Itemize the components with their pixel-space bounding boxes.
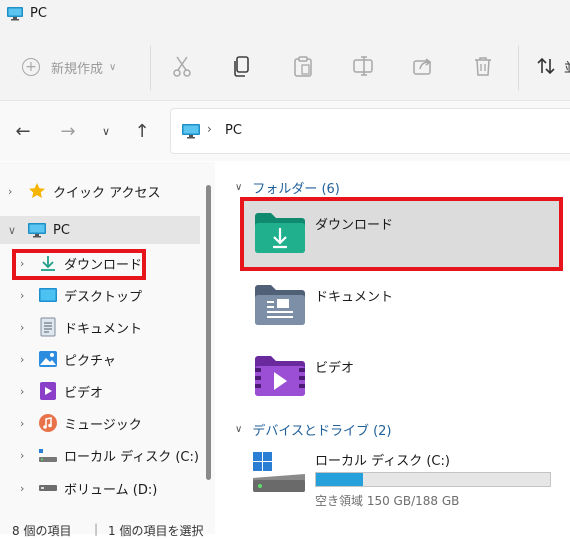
toolbar-divider <box>150 46 151 90</box>
sidebar-item-label: デスクトップ <box>64 289 143 305</box>
videos-folder-icon <box>253 353 307 403</box>
paste-icon <box>294 56 312 77</box>
folder-label: ビデオ <box>315 361 355 376</box>
drive-tile-local-disk-c[interactable]: ローカル ディスク (C:) 空き領域 150 GB/188 GB <box>243 444 563 514</box>
arrow-up-icon: ↑ <box>134 120 150 142</box>
rename-button[interactable] <box>352 54 374 78</box>
up-button[interactable]: ↑ <box>132 120 152 142</box>
share-icon <box>413 58 432 75</box>
new-button[interactable]: + 新規作成 ∨ <box>22 56 116 78</box>
share-button[interactable] <box>412 54 434 78</box>
chevron-right-icon: › <box>20 448 25 462</box>
sidebar-scrollbar[interactable] <box>206 185 211 480</box>
music-icon <box>38 413 58 433</box>
chevron-down-icon: ∨ <box>235 182 243 193</box>
chevron-right-icon: › <box>20 481 25 495</box>
sort-button[interactable]: 並 <box>536 56 570 76</box>
folder-tile-documents[interactable]: ドキュメント <box>243 272 559 340</box>
sidebar-item-pictures[interactable]: › ピクチャ <box>0 345 200 373</box>
sidebar-item-label: ドキュメント <box>64 321 143 337</box>
chevron-down-icon: ∨ <box>109 61 117 73</box>
plus-icon: + <box>22 58 40 76</box>
folders-group-header[interactable]: ∨ フォルダー (6) <box>235 178 340 197</box>
back-button[interactable]: ← <box>13 120 33 142</box>
status-bar: 8 個の項目 | 1 個の項目を選択 <box>0 520 570 538</box>
sidebar-item-pc[interactable]: ∨ PC <box>0 216 200 244</box>
chevron-right-icon: › <box>20 416 25 430</box>
new-button-label: 新規作成 <box>51 61 104 77</box>
arrow-right-icon: → <box>60 120 76 142</box>
sidebar-item-documents[interactable]: › ドキュメント <box>0 313 200 341</box>
sort-icon <box>537 57 555 75</box>
sidebar-item-label: ボリューム (D:) <box>64 482 158 498</box>
selected-count: 1 個の項目を選択 <box>108 524 204 538</box>
sidebar-item-label: ビデオ <box>64 385 104 401</box>
highlight-box-folder-downloads <box>240 197 563 271</box>
item-count: 8 個の項目 <box>12 524 72 538</box>
sidebar-item-label: PC <box>53 222 70 238</box>
drive-usage-bar <box>315 472 551 487</box>
copy-button[interactable] <box>231 54 253 78</box>
chevron-right-icon: › <box>20 288 25 302</box>
picture-icon <box>38 349 58 369</box>
folders-group-label: フォルダー (6) <box>252 182 340 197</box>
chevron-right-icon: › <box>20 352 25 366</box>
rename-icon <box>353 56 373 76</box>
chevron-right-icon: › <box>20 320 25 334</box>
cut-button[interactable] <box>171 54 193 78</box>
document-icon <box>38 317 58 337</box>
devices-group-header[interactable]: ∨ デバイスとドライブ (2) <box>235 420 392 439</box>
forward-button[interactable]: → <box>58 120 78 142</box>
chevron-down-icon: ∨ <box>235 424 243 435</box>
command-bar: + 新規作成 ∨ 並 <box>0 28 570 101</box>
pc-icon <box>27 220 47 240</box>
drive-label: ローカル ディスク (C:) <box>315 454 450 469</box>
disk-icon <box>38 445 58 465</box>
sidebar-item-local-disk-c[interactable]: › ローカル ディスク (C:) <box>0 441 200 469</box>
recent-locations-button[interactable]: ∨ <box>96 120 116 142</box>
sort-label: 並 <box>564 57 570 76</box>
drive-usage-fill <box>316 473 363 486</box>
sidebar-item-music[interactable]: › ミュージック <box>0 409 200 437</box>
highlight-box-sidebar-downloads <box>12 249 146 280</box>
chevron-down-icon: ∨ <box>8 223 17 237</box>
sidebar-item-label: ローカル ディスク (C:) <box>64 449 199 465</box>
chevron-right-icon: › <box>20 384 25 398</box>
volume-icon <box>38 478 58 498</box>
folder-tile-videos[interactable]: ビデオ <box>243 343 559 411</box>
sidebar-item-desktop[interactable]: › デスクトップ <box>0 281 200 309</box>
devices-group-label: デバイスとドライブ (2) <box>252 424 392 439</box>
chevron-down-icon: ∨ <box>101 124 111 138</box>
sidebar-item-label: ピクチャ <box>64 353 116 369</box>
arrow-left-icon: ← <box>15 120 31 142</box>
drive-icon <box>251 450 307 500</box>
title-bar: PC <box>0 0 570 28</box>
sidebar-item-videos[interactable]: › ビデオ <box>0 377 200 405</box>
sidebar-item-quick-access[interactable]: › クイック アクセス <box>0 177 200 205</box>
chevron-right-icon: › <box>8 184 13 198</box>
toolbar-divider <box>518 46 519 90</box>
star-icon <box>27 181 47 201</box>
documents-folder-icon <box>253 282 307 332</box>
paste-button[interactable] <box>292 54 314 78</box>
trash-icon <box>475 57 491 76</box>
sidebar-item-label: ミュージック <box>64 417 142 433</box>
breadcrumb[interactable]: PC <box>225 123 242 138</box>
address-bar[interactable]: › PC <box>170 108 570 154</box>
window-title: PC <box>30 6 47 21</box>
video-icon <box>38 381 58 401</box>
sidebar-item-volume-d[interactable]: › ボリューム (D:) <box>0 474 200 502</box>
desktop-icon <box>38 285 58 305</box>
sidebar-item-label: クイック アクセス <box>53 185 161 201</box>
pc-icon <box>6 6 24 26</box>
pc-icon <box>181 123 201 144</box>
drive-free-space: 空き領域 150 GB/188 GB <box>315 494 460 508</box>
folder-label: ドキュメント <box>315 290 394 305</box>
copy-icon <box>234 56 249 77</box>
cut-icon <box>173 56 191 77</box>
chevron-right-icon: › <box>207 122 212 136</box>
delete-button[interactable] <box>472 54 494 78</box>
